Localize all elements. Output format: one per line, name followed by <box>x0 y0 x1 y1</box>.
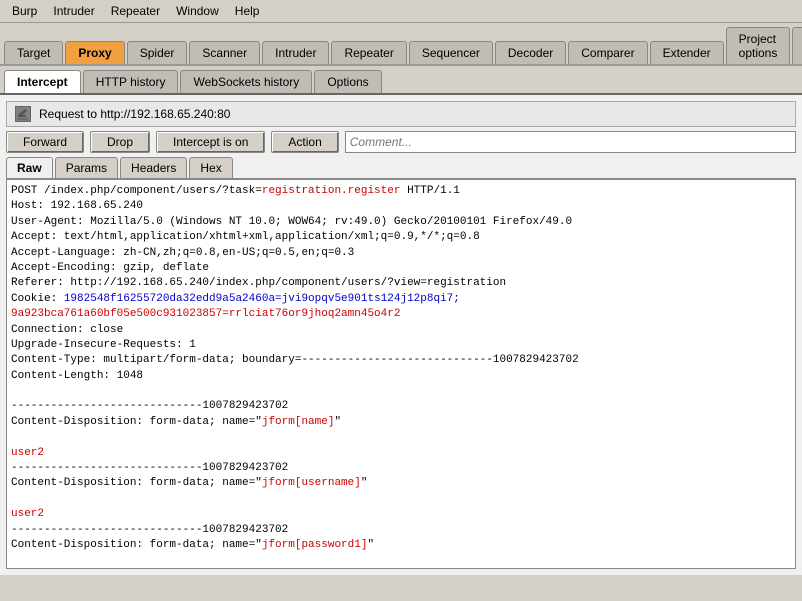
menu-repeater[interactable]: Repeater <box>103 2 168 20</box>
forward-button[interactable]: Forward <box>6 131 84 153</box>
edit-icon[interactable] <box>15 106 31 122</box>
tab-repeater[interactable]: Repeater <box>331 41 406 64</box>
comment-input[interactable] <box>345 131 796 153</box>
main-tab-bar: Target Proxy Spider Scanner Intruder Rep… <box>0 23 802 66</box>
tab-decoder[interactable]: Decoder <box>495 41 566 64</box>
menu-help[interactable]: Help <box>227 2 268 20</box>
tab-comparer[interactable]: Comparer <box>568 41 647 64</box>
intercept-on-button[interactable]: Intercept is on <box>156 131 265 153</box>
subtab-websockets-history[interactable]: WebSockets history <box>180 70 312 93</box>
request-body[interactable]: POST /index.php/component/users/?task=re… <box>6 179 796 569</box>
action-button[interactable]: Action <box>271 131 338 153</box>
tab-target[interactable]: Target <box>4 41 63 64</box>
main-content: Request to http://192.168.65.240:80 Forw… <box>0 95 802 575</box>
view-tab-raw[interactable]: Raw <box>6 157 53 178</box>
tab-scanner[interactable]: Scanner <box>189 41 260 64</box>
tab-sequencer[interactable]: Sequencer <box>409 41 493 64</box>
view-tab-headers[interactable]: Headers <box>120 157 187 178</box>
tab-intruder[interactable]: Intruder <box>262 41 329 64</box>
view-tab-params[interactable]: Params <box>55 157 118 178</box>
menu-intruder[interactable]: Intruder <box>45 2 102 20</box>
menu-burp[interactable]: Burp <box>4 2 45 20</box>
sub-tab-bar: Intercept HTTP history WebSockets histor… <box>0 66 802 95</box>
subtab-options[interactable]: Options <box>314 70 381 93</box>
tab-project-options[interactable]: Project options <box>726 27 791 64</box>
tab-user-options[interactable]: User op... <box>792 27 802 64</box>
subtab-intercept[interactable]: Intercept <box>4 70 81 93</box>
menu-bar: Burp Intruder Repeater Window Help <box>0 0 802 23</box>
toolbar: Forward Drop Intercept is on Action <box>6 131 796 153</box>
view-tab-bar: Raw Params Headers Hex <box>6 157 796 179</box>
drop-button[interactable]: Drop <box>90 131 150 153</box>
menu-window[interactable]: Window <box>168 2 227 20</box>
subtab-http-history[interactable]: HTTP history <box>83 70 179 93</box>
tab-spider[interactable]: Spider <box>127 41 188 64</box>
view-tab-hex[interactable]: Hex <box>189 157 232 178</box>
tab-proxy[interactable]: Proxy <box>65 41 124 64</box>
request-info-text: Request to http://192.168.65.240:80 <box>39 107 230 121</box>
tab-extender[interactable]: Extender <box>650 41 724 64</box>
request-info-bar: Request to http://192.168.65.240:80 <box>6 101 796 127</box>
